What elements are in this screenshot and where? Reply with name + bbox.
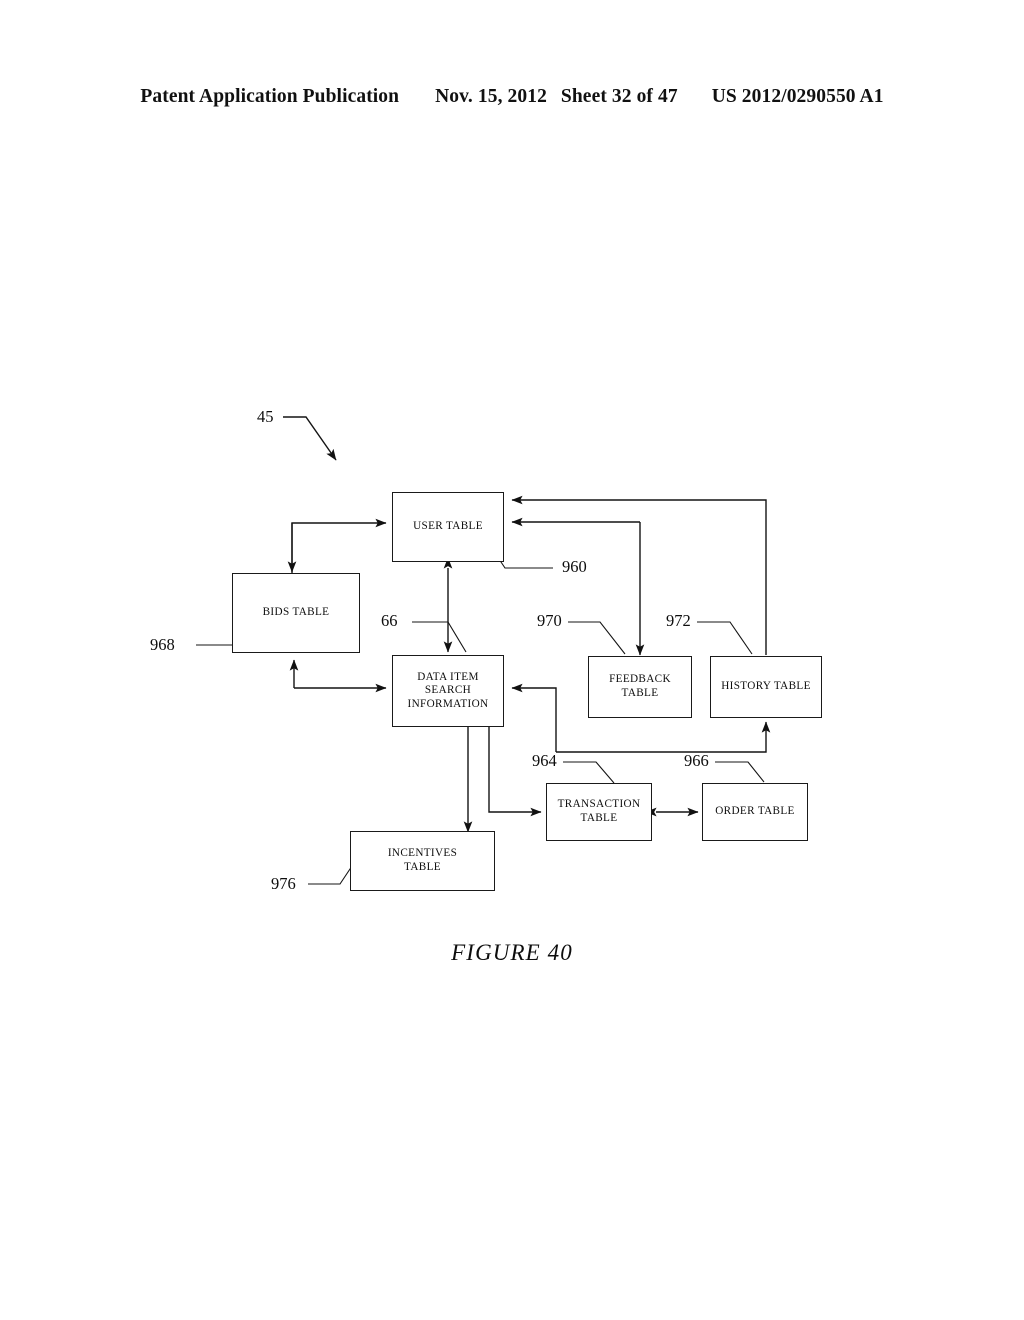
leader-line-976 (308, 859, 357, 885)
node-transaction-table-label: TRANSACTION TABLE (557, 798, 641, 824)
node-history-table[interactable]: HISTORY TABLE (710, 656, 822, 718)
ref-numeral-966: 966 (684, 751, 709, 770)
node-feedback-table[interactable]: FEEDBACK TABLE (588, 656, 692, 718)
connector-into-dataitem-right (511, 683, 557, 752)
node-feedback-table-label: FEEDBACK TABLE (609, 673, 671, 699)
ref-numeral-970: 970 (537, 611, 562, 630)
leader-line-964 (563, 761, 615, 784)
node-transaction-table[interactable]: TRANSACTION TABLE (546, 783, 652, 841)
node-history-table-label: HISTORY TABLE (721, 680, 811, 693)
ref-numeral-964: 964 (532, 751, 557, 770)
ref-numeral-960: 960 (562, 557, 587, 576)
ref-numeral-45: 45 (257, 407, 274, 426)
node-bids-table-label: BIDS TABLE (262, 606, 330, 619)
leader-line-960 (496, 555, 553, 569)
node-incentives-table-label: INCENTIVES TABLE (387, 847, 458, 873)
node-user-table-label: USER TABLE (413, 520, 483, 533)
connector-history-to-user (511, 495, 767, 655)
leader-line-966 (715, 761, 765, 783)
leader-line-972 (697, 621, 753, 655)
node-user-table[interactable]: USER TABLE (392, 492, 504, 562)
connector-lines (196, 416, 771, 885)
figure-caption: FIGURE 40 (451, 940, 573, 965)
connector-dataitem-to-history (556, 721, 771, 753)
node-bids-table[interactable]: BIDS TABLE (232, 573, 360, 653)
figure-drawing-area: USER TABLE BIDS TABLE DATA ITEM SEARCH I… (0, 0, 1024, 1320)
leader-line-970 (568, 621, 626, 655)
ref-numeral-66: 66 (381, 611, 398, 630)
node-data-item-search-information[interactable]: DATA ITEM SEARCH INFORMATION (392, 655, 504, 727)
node-incentives-table[interactable]: INCENTIVES TABLE (350, 831, 495, 891)
ref-numeral-972: 972 (666, 611, 691, 630)
connector-bids-to-user (291, 518, 387, 578)
node-data-item-search-information-label: DATA ITEM SEARCH INFORMATION (407, 670, 489, 710)
node-order-table[interactable]: ORDER TABLE (702, 783, 808, 841)
ref-numeral-968: 968 (150, 635, 175, 654)
leader-line-66 (412, 621, 467, 653)
ref-numeral-976: 976 (271, 874, 296, 893)
node-order-table-label: ORDER TABLE (715, 805, 795, 818)
leader-line-45 (283, 416, 337, 461)
